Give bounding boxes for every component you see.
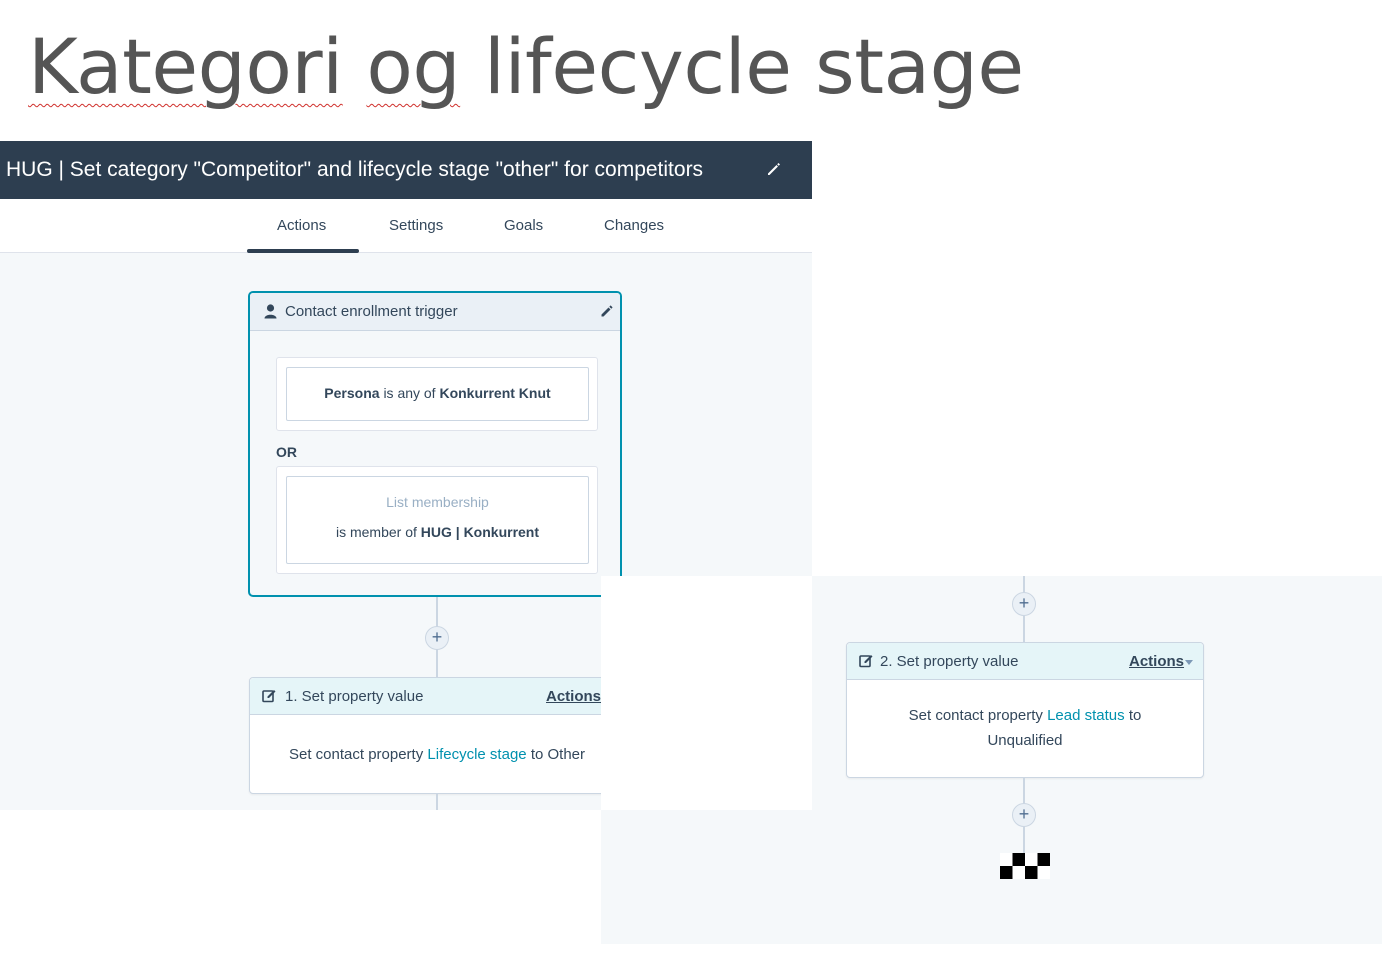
- person-icon: [264, 304, 277, 324]
- tab-goals[interactable]: Goals: [504, 217, 543, 234]
- action-property-link[interactable]: Lifecycle stage: [427, 746, 526, 763]
- connector-line: [436, 794, 438, 810]
- slide-title: Kategori og lifecycle stage: [28, 22, 1024, 111]
- plus-icon[interactable]: +: [425, 626, 449, 650]
- pencil-icon[interactable]: [600, 304, 614, 323]
- action-card-2[interactable]: 2. Set property value Actions Set contac…: [846, 642, 1204, 778]
- actions-menu-button[interactable]: Actions: [1129, 653, 1184, 670]
- workflow-title: HUG | Set category "Competitor" and life…: [6, 158, 704, 181]
- title-rest: lifecycle stage: [483, 22, 1024, 111]
- action-connector: to: [530, 746, 544, 763]
- filter-value: Konkurrent Knut: [439, 385, 551, 401]
- edit-square-icon: [859, 653, 874, 673]
- or-label: OR: [276, 444, 297, 460]
- action-card-1[interactable]: 1. Set property value Actions Set contac…: [249, 677, 625, 794]
- action-property-link[interactable]: Lead status: [1047, 707, 1125, 724]
- enrollment-trigger-card[interactable]: Contact enrollment trigger Persona is an…: [248, 291, 622, 597]
- edit-square-icon: [262, 688, 277, 708]
- action-header: 1. Set property value Actions: [250, 678, 624, 715]
- plus-icon[interactable]: +: [1012, 592, 1036, 616]
- filter-operator: is any of: [383, 385, 436, 401]
- title-word-kategori: Kategori: [28, 22, 343, 111]
- action-value: Unqualified: [987, 732, 1063, 749]
- action-description: Set contact property Lifecycle stage to …: [250, 742, 624, 767]
- title-word-og: og: [366, 22, 461, 111]
- filter-operator: is member of: [335, 524, 417, 540]
- action-prefix: Set contact property: [908, 707, 1043, 724]
- workflow-tabs: Actions Settings Goals Changes: [0, 199, 812, 253]
- finish-flag-icon: [1000, 853, 1050, 884]
- action-description: Set contact property Lead status to Unqu…: [847, 703, 1203, 753]
- action-header: 2. Set property value Actions: [847, 643, 1203, 680]
- trigger-header: Contact enrollment trigger: [250, 293, 620, 331]
- action-title: 2. Set property value: [880, 653, 1019, 670]
- tab-actions[interactable]: Actions: [277, 217, 326, 234]
- filter-group-1: Persona is any of Konkurrent Knut: [276, 357, 598, 431]
- filter-value: HUG | Konkurrent: [420, 524, 540, 540]
- filter-property: Persona: [324, 385, 380, 401]
- plus-icon[interactable]: +: [1012, 803, 1036, 827]
- chevron-down-icon[interactable]: [1185, 660, 1193, 665]
- tab-settings[interactable]: Settings: [389, 217, 443, 234]
- action-title: 1. Set property value: [285, 688, 424, 705]
- tab-changes[interactable]: Changes: [604, 217, 664, 234]
- blank-area: [601, 576, 812, 810]
- filter-type: List membership: [386, 494, 489, 510]
- action-connector: to: [1128, 707, 1142, 724]
- persona-filter[interactable]: Persona is any of Konkurrent Knut: [286, 367, 589, 421]
- workflow-continuation-screenshot: + 2. Set property value Actions Set cont…: [601, 576, 1382, 944]
- workflow-header: HUG | Set category "Competitor" and life…: [0, 141, 812, 199]
- trigger-title: Contact enrollment trigger: [285, 303, 458, 320]
- action-prefix: Set contact property: [288, 746, 424, 763]
- list-membership-filter[interactable]: List membership is member of HUG | Konku…: [286, 476, 589, 564]
- action-value: Other: [547, 746, 586, 763]
- pencil-icon[interactable]: [764, 159, 784, 179]
- actions-menu-button[interactable]: Actions: [546, 688, 601, 705]
- filter-group-2: List membership is member of HUG | Konku…: [276, 466, 598, 574]
- active-tab-indicator: [247, 249, 359, 253]
